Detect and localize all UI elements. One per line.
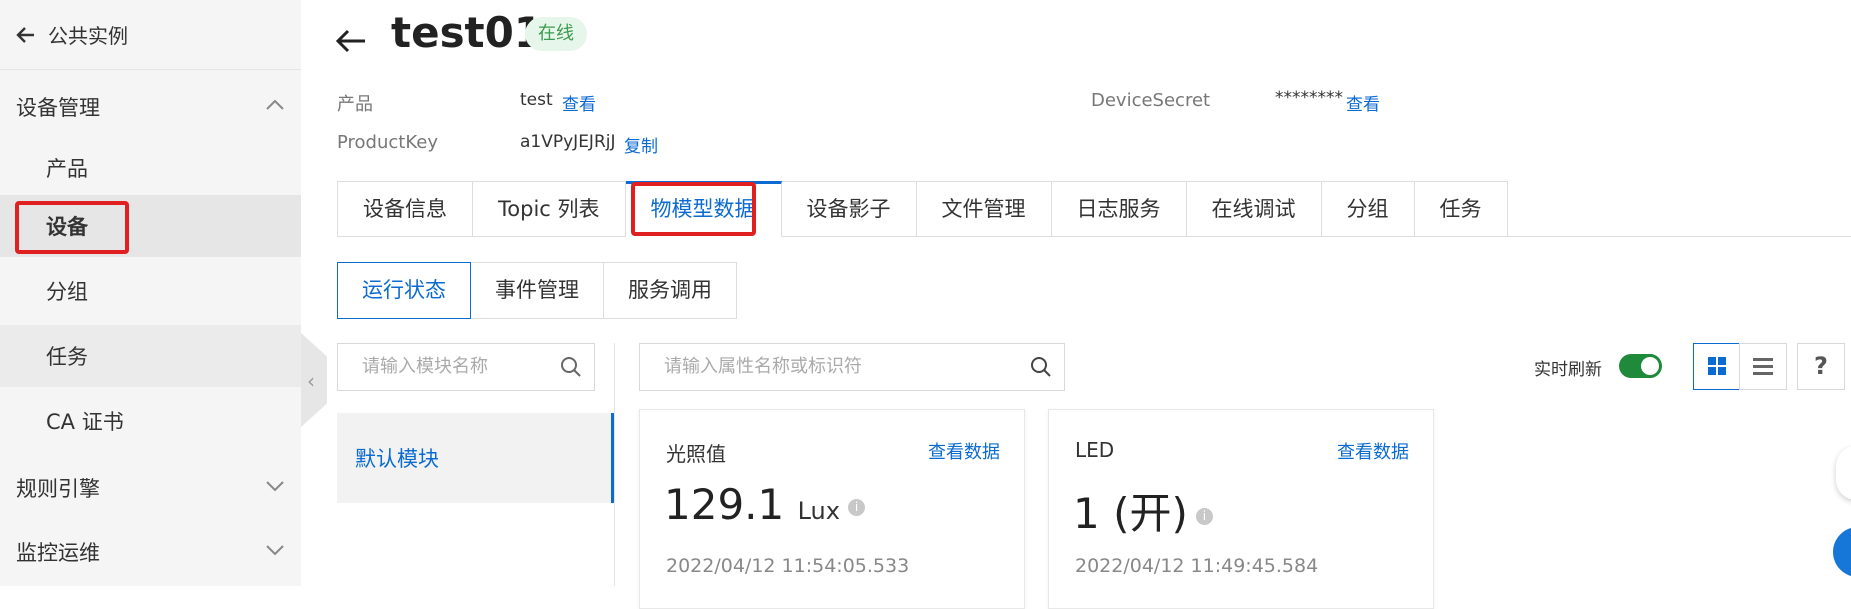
floating-helper-button[interactable]: [1836, 446, 1851, 500]
productkey-label: ProductKey: [337, 132, 438, 153]
tab-log-service[interactable]: 日志服务: [1051, 181, 1187, 237]
view-product-link[interactable]: 查看: [562, 90, 596, 115]
sidebar-item-label: 任务: [46, 345, 88, 369]
sidebar: 公共实例 设备管理 产品 设备 分组 任务 CA 证书 规则引擎 监控运维: [0, 0, 301, 586]
card-timestamp: 2022/04/12 11:54:05.533: [666, 555, 910, 577]
subtab-event-management[interactable]: 事件管理: [471, 262, 604, 319]
sidebar-item-label: 分组: [46, 280, 88, 304]
tab-online-debug[interactable]: 在线调试: [1186, 181, 1322, 237]
chevron-left-icon: ‹: [307, 369, 315, 393]
card-value: 1 (开): [1073, 489, 1188, 538]
realtime-refresh-label: 实时刷新: [1534, 360, 1602, 380]
panel-divider: [614, 343, 615, 586]
back-arrow-icon[interactable]: [334, 22, 368, 56]
product-label: 产品: [337, 94, 373, 115]
tab-task[interactable]: 任务: [1414, 181, 1508, 237]
back-to-instance[interactable]: 公共实例: [0, 0, 301, 70]
module-search-placeholder: 请输入模块名称: [362, 356, 488, 377]
back-label: 公共实例: [48, 24, 128, 48]
group-label: 监控运维: [16, 541, 100, 565]
sub-tabs: 运行状态 事件管理 服务调用: [337, 262, 737, 319]
card-unit: Lux: [797, 497, 840, 525]
highlight-box-tab: [631, 182, 756, 236]
sidebar-item-group[interactable]: 分组: [0, 260, 301, 322]
page-title: test01: [391, 8, 544, 57]
subtab-running-state[interactable]: 运行状态: [337, 262, 471, 319]
tab-group[interactable]: 分组: [1321, 181, 1415, 237]
status-badge: 在线: [525, 17, 587, 51]
property-search-input[interactable]: 请输入属性名称或标识符: [639, 343, 1065, 391]
realtime-refresh-toggle[interactable]: [1619, 354, 1662, 378]
chevron-up-icon: [266, 99, 284, 110]
product-value: test: [520, 90, 553, 110]
grid-icon: [1708, 357, 1726, 375]
module-label: 默认模块: [355, 447, 439, 471]
sidebar-item-task[interactable]: 任务: [0, 325, 301, 387]
card-timestamp: 2022/04/12 11:49:45.584: [1075, 555, 1319, 577]
sidebar-group-rules-engine[interactable]: 规则引擎: [0, 457, 301, 519]
view-secret-link[interactable]: 查看: [1346, 90, 1380, 115]
sidebar-item-label: CA 证书: [46, 410, 124, 434]
chevron-down-icon: [266, 545, 284, 556]
view-data-link[interactable]: 查看数据: [1337, 438, 1409, 464]
tab-topic-list[interactable]: Topic 列表: [473, 181, 626, 237]
help-button[interactable]: ?: [1797, 343, 1845, 390]
sidebar-item-product[interactable]: 产品: [0, 137, 301, 199]
sidebar-group-device-management[interactable]: 设备管理: [0, 76, 301, 138]
group-label: 设备管理: [16, 96, 100, 120]
list-view-button[interactable]: [1739, 343, 1787, 390]
card-name: 光照值: [666, 442, 726, 466]
info-icon[interactable]: i: [1195, 508, 1213, 525]
productkey-value: a1VPyJEJRjJ: [520, 132, 616, 152]
sidebar-collapse-toggle[interactable]: ‹: [301, 333, 327, 427]
search-icon[interactable]: [1030, 356, 1052, 378]
devicesecret-value: ********: [1275, 88, 1343, 108]
tab-device-shadow[interactable]: 设备影子: [781, 181, 917, 237]
card-name: LED: [1075, 438, 1115, 462]
chevron-down-icon: [266, 481, 284, 492]
tab-device-info[interactable]: 设备信息: [337, 181, 473, 237]
copy-productkey-link[interactable]: 复制: [624, 132, 658, 157]
sidebar-item-ca-cert[interactable]: CA 证书: [0, 390, 301, 452]
highlight-box-device: [15, 201, 129, 254]
view-data-link[interactable]: 查看数据: [928, 438, 1000, 464]
card-value-row: 1 (开) i: [1073, 480, 1213, 541]
group-label: 规则引擎: [16, 477, 100, 501]
search-icon[interactable]: [560, 356, 582, 378]
grid-view-button[interactable]: [1693, 343, 1741, 390]
tab-file-management[interactable]: 文件管理: [916, 181, 1052, 237]
subtab-service-call[interactable]: 服务调用: [604, 262, 737, 319]
main-tabs: 设备信息 Topic 列表 物模型数据 设备影子 文件管理 日志服务 在线调试 …: [337, 181, 1508, 237]
list-icon: [1753, 358, 1773, 375]
info-icon[interactable]: i: [847, 499, 865, 516]
devicesecret-label: DeviceSecret: [1091, 90, 1211, 111]
module-list-item-default[interactable]: 默认模块: [337, 413, 614, 503]
property-card-led: LED 查看数据 1 (开) i 2022/04/12 11:49:45.584: [1048, 409, 1434, 609]
property-search-placeholder: 请输入属性名称或标识符: [664, 356, 862, 377]
module-search-input[interactable]: 请输入模块名称: [337, 343, 595, 391]
sidebar-group-monitoring[interactable]: 监控运维: [0, 521, 301, 583]
property-card-light: 光照值 查看数据 129.1 Lux i 2022/04/12 11:54:05.…: [639, 409, 1025, 609]
arrow-left-icon: [16, 26, 34, 43]
floating-assistant-button[interactable]: [1833, 527, 1851, 577]
card-value-row: 129.1 Lux i: [664, 480, 865, 529]
sidebar-item-label: 产品: [46, 157, 88, 181]
card-value: 129.1: [664, 480, 785, 529]
